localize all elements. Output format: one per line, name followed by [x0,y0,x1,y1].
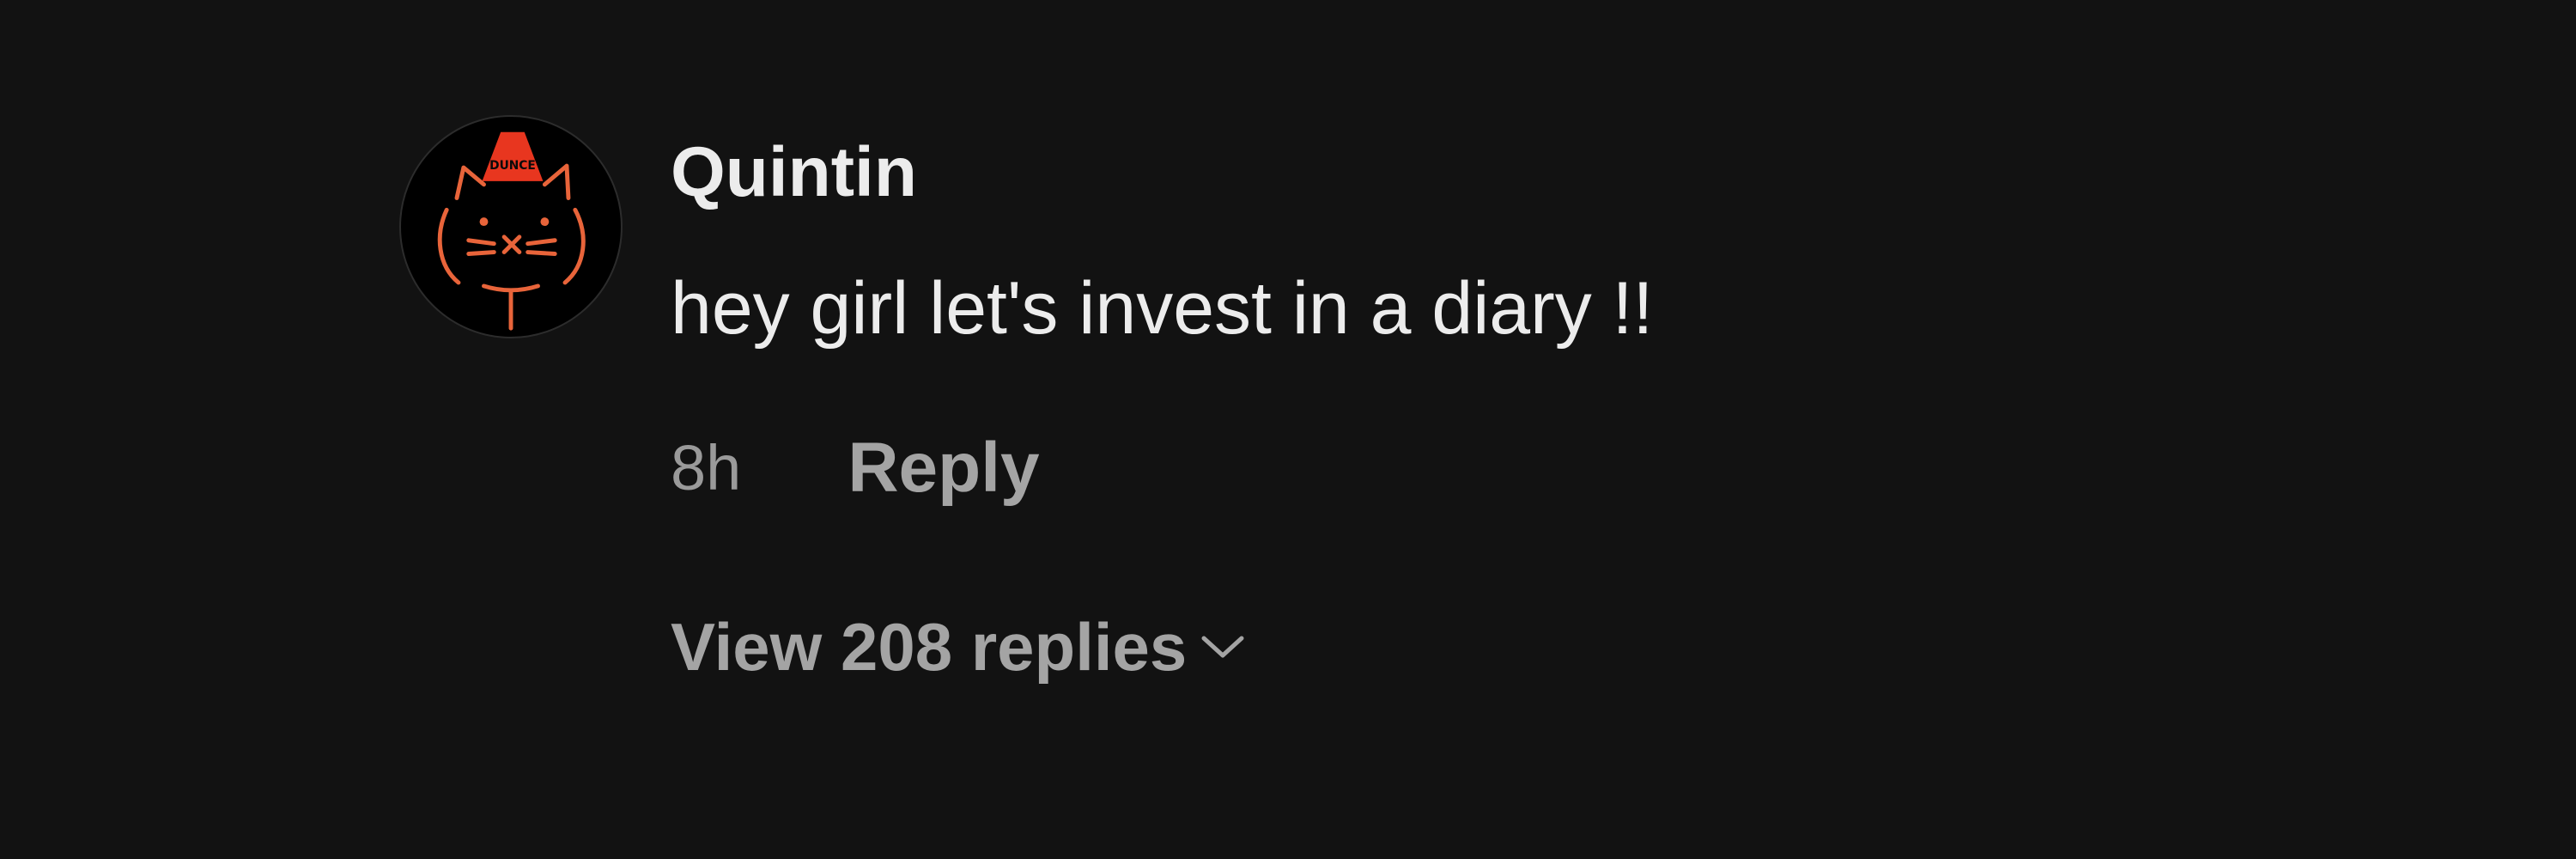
reply-button[interactable]: Reply [848,433,1039,503]
cat-with-dunce-cap-icon: DUNCE [437,131,586,331]
avatar[interactable]: DUNCE [399,115,623,338]
comment-meta: 8h Reply [671,431,1040,505]
comment-username[interactable]: Quintin [671,137,917,208]
view-replies-label: View 208 replies [671,609,1188,685]
comment-timestamp: 8h [671,432,742,503]
comment-item: DUNCE Quintin hey girl let's invest in a… [0,0,2576,859]
chevron-down-icon [1199,631,1247,662]
comment-text: hey girl let's invest in a diary !! [671,267,1654,350]
avatar-hat-text: DUNCE [489,159,536,173]
view-replies-button[interactable]: View 208 replies [671,608,1247,685]
